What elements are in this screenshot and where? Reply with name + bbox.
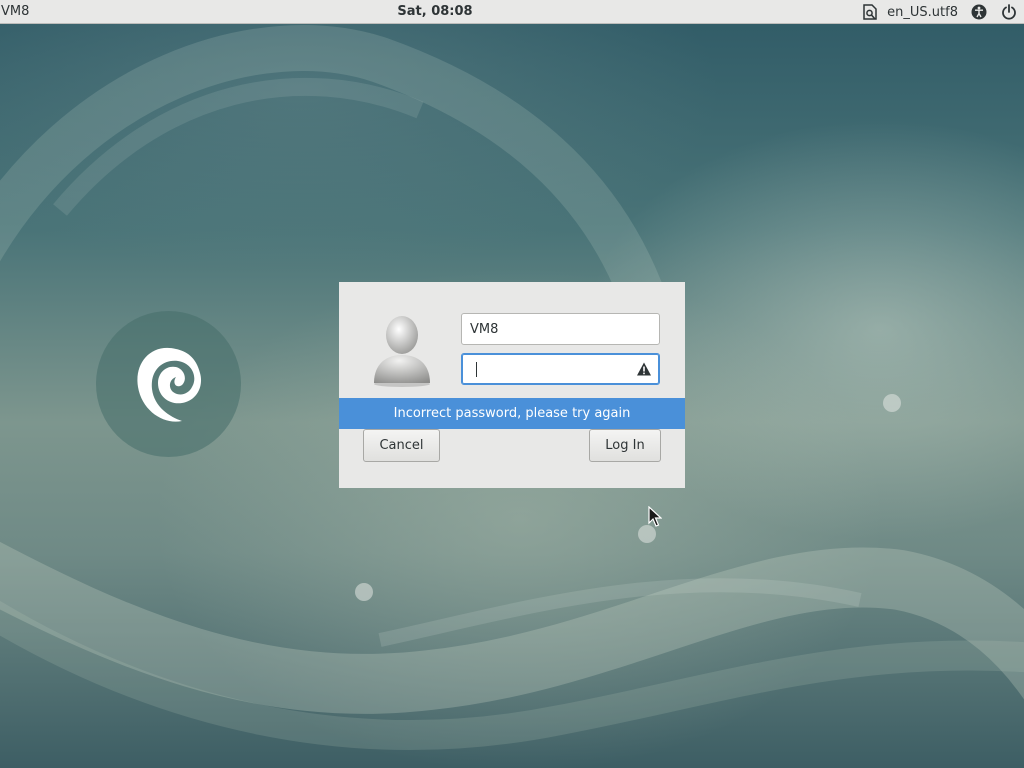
keyboard-layout-icon[interactable] [859,1,881,23]
clock-button[interactable]: Sat, 08:08 [0,4,870,19]
system-status-area[interactable]: en_US.utf8 [855,0,1024,24]
password-field-container[interactable] [461,353,660,385]
cancel-button[interactable]: Cancel [363,429,440,462]
power-icon[interactable] [998,1,1020,23]
warning-triangle-icon [636,361,652,377]
debian-logo-icon [96,311,241,457]
login-dialog: Incorrect password, please try again Can… [339,282,685,488]
username-field[interactable] [461,313,660,345]
accessibility-icon[interactable] [968,1,990,23]
clock-label: Sat, 08:08 [397,4,473,19]
mouse-pointer-icon [648,506,662,527]
login-screen: VM8 Sat, 08:08 en_US.utf8 VM8 Incorrect … [0,0,1024,768]
log-in-button[interactable]: Log In [589,429,661,462]
error-message: Incorrect password, please try again [339,398,685,429]
bokeh-dot [883,394,901,412]
top-bar: VM8 Sat, 08:08 en_US.utf8 [0,0,1024,24]
bokeh-dot [355,583,373,601]
locale-label[interactable]: en_US.utf8 [887,5,958,20]
text-caret [476,362,477,377]
user-avatar-icon [371,313,433,387]
password-field[interactable] [462,354,643,384]
